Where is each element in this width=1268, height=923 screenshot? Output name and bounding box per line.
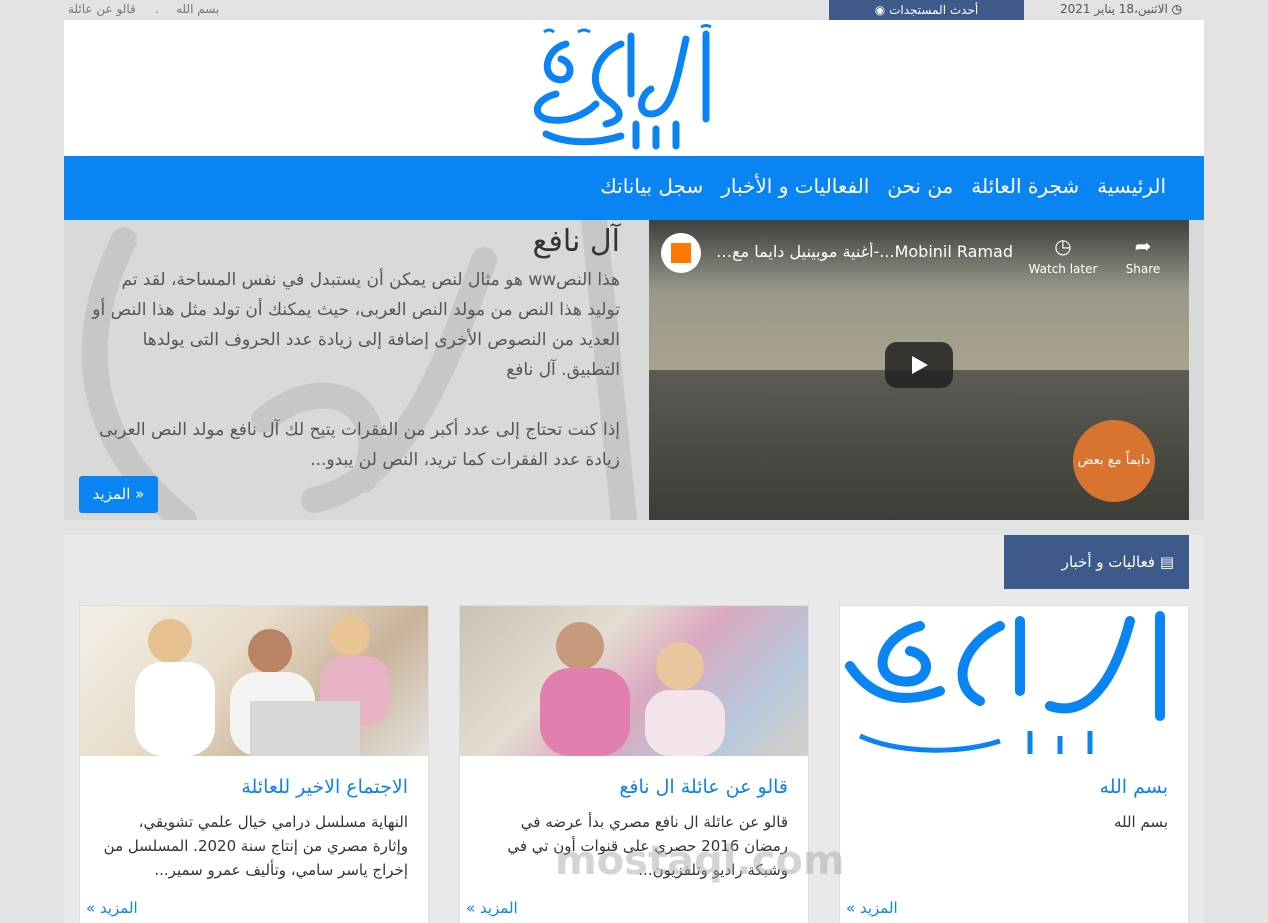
share-label: Share [1125, 262, 1161, 276]
family-photo [135, 616, 390, 756]
clock-icon: ◷ [1054, 234, 1072, 258]
news-card[interactable]: بسم الله بسم الله المزيد » [839, 605, 1189, 923]
nav-item-events[interactable]: الفعاليات و الأخبار [721, 174, 869, 198]
rss-icon: ◉ [874, 3, 886, 17]
site-logo[interactable] [526, 24, 726, 152]
news-card[interactable]: الاجتماع الاخير للعائلة النهاية مسلسل در… [79, 605, 429, 923]
card-excerpt: النهاية مسلسل درامي خيال علمي تشويقي، وإ… [103, 813, 408, 879]
latest-news-tab[interactable]: ◉ أحدث المستجدات [829, 0, 1024, 20]
date-text: الاثنين،18 يناير 2021 [1060, 2, 1168, 16]
section-header: ▤ فعاليات و أخبار [1004, 535, 1189, 589]
watch-later-button[interactable]: ◷ Watch later [1023, 234, 1103, 276]
latest-news-label: أحدث المستجدات [889, 3, 979, 17]
watermark: mostaql.com [555, 838, 845, 884]
card-image[interactable] [80, 606, 428, 756]
channel-logo[interactable] [661, 233, 701, 273]
nav-item-home[interactable]: الرئيسية [1097, 174, 1166, 198]
hero-section: آل نافع هذا النصww هو مثال لنص يمكن أن ي… [64, 220, 1204, 520]
card-excerpt: بسم الله [1113, 813, 1168, 831]
play-button[interactable] [885, 342, 953, 388]
main-nav: الرئيسية شجرة العائلة من نحن الفعاليات و… [64, 156, 1204, 220]
video-title[interactable]: Mobinil Ramad...-أغنية موبينيل دايما مع … [713, 242, 1013, 261]
nav-item-register[interactable]: سجل بياناتك [600, 174, 703, 198]
card-title[interactable]: الاجتماع الاخير للعائلة [100, 776, 408, 798]
card-image[interactable] [460, 606, 808, 756]
top-link-dot[interactable]: . [155, 2, 159, 16]
card-more-link[interactable]: المزيد » [86, 899, 138, 917]
card-more-link[interactable]: المزيد » [466, 899, 518, 917]
share-icon: ➦ [1134, 234, 1152, 258]
hero-text-block: آل نافع هذا النصww هو مثال لنص يمكن أن ي… [84, 220, 620, 475]
hero-paragraph-1: هذا النصww هو مثال لنص يمكن أن يستبدل في… [92, 270, 620, 380]
hero-more-button[interactable]: المزيد » [79, 476, 158, 513]
card-title[interactable]: بسم الله [860, 776, 1168, 798]
video-player[interactable]: Mobinil Ramad...-أغنية موبينيل دايما مع … [649, 220, 1189, 520]
hero-title: آل نافع [532, 224, 620, 259]
section-title: فعاليات و أخبار [1061, 553, 1156, 571]
share-button[interactable]: ➦ Share [1103, 234, 1183, 276]
top-link-said-about[interactable]: قالو عن عائلة [68, 2, 136, 16]
newspaper-icon: ▤ [1159, 553, 1174, 571]
site-header [64, 20, 1204, 156]
top-bar: ◷ الاثنين،18 يناير 2021 ◉ أحدث المستجدات… [0, 0, 1268, 20]
nav-item-about[interactable]: من نحن [887, 174, 953, 198]
hero-paragraph-2: إذا كنت تحتاج إلى عدد أكبر من الفقرات يت… [99, 420, 620, 470]
card-more-link[interactable]: المزيد » [846, 899, 898, 917]
nav-item-family-tree[interactable]: شجرة العائلة [971, 174, 1079, 198]
card-image[interactable] [840, 606, 1188, 756]
top-link-bismillah[interactable]: بسم الله [176, 2, 219, 16]
family-photo [540, 622, 725, 756]
watch-later-label: Watch later [1028, 262, 1098, 276]
card-title[interactable]: قالو عن عائلة ال نافع [480, 776, 788, 798]
video-badge: دايماً مع بعض [1073, 420, 1155, 502]
logo-image [845, 611, 1165, 754]
date-display: ◷ الاثنين،18 يناير 2021 [1060, 2, 1185, 16]
clock-icon: ◷ [1171, 2, 1183, 16]
